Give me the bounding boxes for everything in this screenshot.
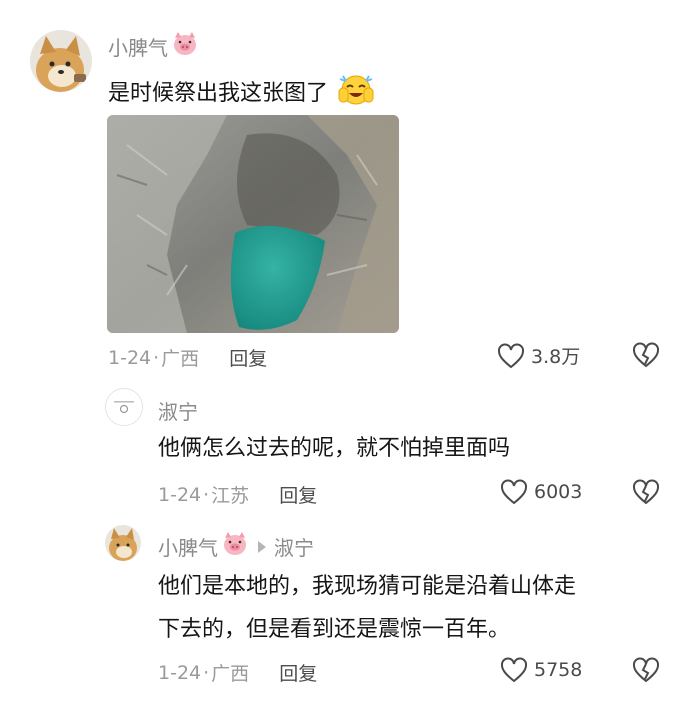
avatar-xiaopiqi-small[interactable] [105,525,141,561]
like-button[interactable]: 6003 [500,479,582,505]
broken-heart-icon [633,479,659,505]
comment-meta: 1-24 · 广西 回复 [108,344,267,371]
reply1-username[interactable]: 淑宁 [158,396,198,425]
reply-button[interactable]: 回复 [229,344,267,371]
broken-heart-icon [633,657,659,683]
dislike-button[interactable] [632,342,660,372]
shiba-avatar-icon [105,525,141,561]
reply1-meta: 1-24 · 江苏 回复 [158,481,317,508]
logo-avatar-icon [106,389,142,425]
reply-arrow-icon [258,540,266,553]
comment-image[interactable] [107,115,399,333]
reply-button[interactable]: 回复 [279,659,317,686]
crying-laughing-emoji-icon [337,72,375,116]
shiba-avatar-icon [30,30,92,92]
heart-icon [501,479,527,505]
dislike-button[interactable] [632,479,660,509]
like-button[interactable]: 3.8万 [497,342,580,369]
dislike-button[interactable] [632,657,660,687]
broken-heart-icon [633,342,659,368]
comment-username[interactable]: 小脾气 [108,32,198,61]
reply2-meta: 1-24 · 广西 回复 [158,659,317,686]
like-button[interactable]: 5758 [500,657,582,683]
canyon-pool-photo-icon [107,115,399,333]
reply-button[interactable]: 回复 [279,481,317,508]
reply2-text-line2: 下去的，但是看到还是震惊一百年。 [158,617,511,642]
reply2-text-line1: 他们是本地的，我现场猜可能是沿着山体走 [158,574,577,599]
reply1-text: 他俩怎么过去的呢，就不怕掉里面吗 [158,436,511,461]
reply2-username[interactable]: 小脾气 淑宁 [158,532,314,561]
pig-icon [172,32,198,61]
reply-to-username[interactable]: 淑宁 [274,532,314,561]
avatar-xiaopiqi[interactable] [30,30,92,92]
heart-icon [501,657,527,683]
pig-icon [222,532,248,561]
avatar-shuning[interactable] [105,388,143,426]
comment-text: 是时候祭出我这张图了 [108,72,375,116]
heart-icon [498,343,524,368]
